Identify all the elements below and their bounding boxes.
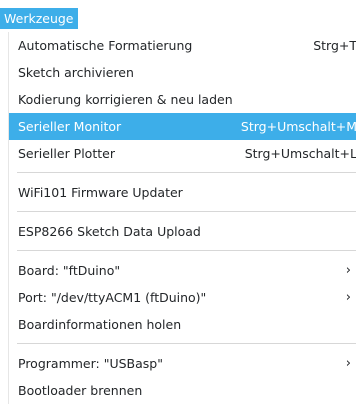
menu-item-label: Kodierung korrigieren & neu laden: [18, 92, 233, 107]
menu-item-auto-format[interactable]: Automatische Formatierung Strg+T: [9, 32, 356, 59]
menu-item-burn-bootloader[interactable]: Bootloader brennen: [9, 377, 356, 404]
menu-item-label: ESP8266 Sketch Data Upload: [18, 224, 201, 239]
menu-item-esp8266-data-upload[interactable]: ESP8266 Sketch Data Upload: [9, 218, 356, 245]
menu-item-label: Programmer: "USBasp": [18, 356, 163, 371]
menu-item-archive-sketch[interactable]: Sketch archivieren: [9, 59, 356, 86]
menu-item-wifi101-firmware-updater[interactable]: WiFi101 Firmware Updater: [9, 179, 356, 206]
werkzeuge-dropdown-menu: Automatische Formatierung Strg+T Sketch …: [8, 32, 356, 404]
menu-item-label: WiFi101 Firmware Updater: [18, 185, 183, 200]
menu-separator: [17, 250, 356, 251]
menu-item-label: Port: "/dev/ttyACM1 (ftDuino)": [18, 290, 207, 305]
menu-item-shortcut: Strg+Umschalt+M: [240, 119, 356, 134]
menu-item-label: Bootloader brennen: [18, 383, 143, 398]
menu-item-board[interactable]: Board: "ftDuino" ›: [9, 257, 356, 284]
menu-separator: [17, 343, 356, 344]
menu-item-shortcut: Strg+T: [313, 38, 356, 53]
menu-item-port[interactable]: Port: "/dev/ttyACM1 (ftDuino)" ›: [9, 284, 356, 311]
menu-item-serial-monitor[interactable]: Serieller Monitor Strg+Umschalt+M: [9, 113, 356, 140]
menu-item-label: Sketch archivieren: [18, 65, 134, 80]
menu-separator: [17, 172, 356, 173]
menu-item-label: Serieller Monitor: [18, 119, 122, 134]
chevron-right-icon: ›: [345, 290, 351, 305]
chevron-right-icon: ›: [345, 263, 351, 278]
menu-item-programmer[interactable]: Programmer: "USBasp" ›: [9, 350, 356, 377]
menu-item-fix-encoding-reload[interactable]: Kodierung korrigieren & neu laden: [9, 86, 356, 113]
menu-item-serial-plotter[interactable]: Serieller Plotter Strg+Umschalt+L: [9, 140, 356, 167]
menu-item-label: Board: "ftDuino": [18, 263, 121, 278]
menu-separator: [17, 211, 356, 212]
menu-title-werkzeuge[interactable]: Werkzeuge: [0, 8, 78, 29]
menu-item-label: Serieller Plotter: [18, 146, 115, 161]
menu-item-label: Automatische Formatierung: [18, 38, 193, 53]
menu-item-label: Boardinformationen holen: [18, 317, 182, 332]
menu-item-shortcut: Strg+Umschalt+L: [244, 146, 356, 161]
menu-item-board-info[interactable]: Boardinformationen holen: [9, 311, 356, 338]
chevron-right-icon: ›: [345, 356, 351, 371]
